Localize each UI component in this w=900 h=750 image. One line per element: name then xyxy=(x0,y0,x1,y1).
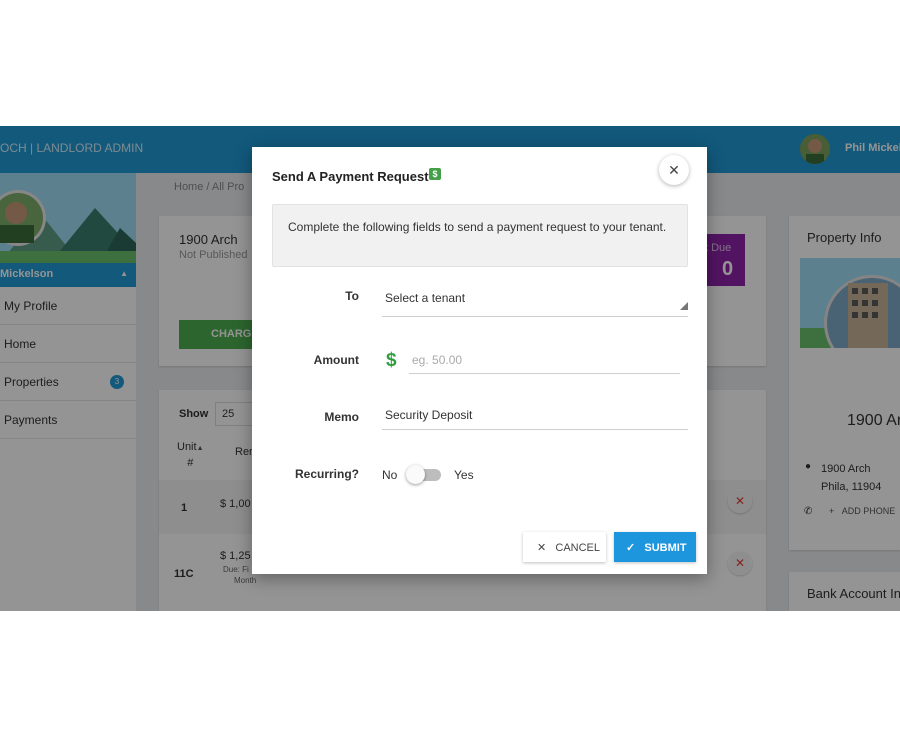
memo-input[interactable] xyxy=(382,405,688,430)
submit-label: SUBMIT xyxy=(644,542,687,554)
cancel-label: CANCEL xyxy=(555,542,601,554)
recurring-on-label: Yes xyxy=(454,468,474,482)
overlay-dim xyxy=(728,489,752,513)
tenant-select-value: Select a tenant xyxy=(385,291,466,305)
tenant-select[interactable]: Select a tenant xyxy=(382,284,688,317)
close-button[interactable]: ✕ xyxy=(659,155,689,185)
amount-label: Amount xyxy=(313,353,359,367)
dialog-instructions: Complete the following fields to send a … xyxy=(272,204,688,267)
money-icon: $ xyxy=(429,168,441,180)
dollar-icon: $ xyxy=(386,350,397,371)
amount-input[interactable] xyxy=(409,350,680,374)
payment-request-dialog: Send A Payment Request $ ✕ Complete the … xyxy=(252,147,707,574)
submit-button[interactable]: ✓ SUBMIT xyxy=(614,532,696,562)
dialog-title: Send A Payment Request xyxy=(272,169,429,184)
close-icon: ✕ xyxy=(668,162,680,178)
to-label: To xyxy=(345,289,359,303)
memo-label: Memo xyxy=(324,410,359,424)
overlay-dim xyxy=(728,551,752,575)
recurring-label: Recurring? xyxy=(294,467,359,481)
recurring-off-label: No xyxy=(382,468,398,482)
dropdown-triangle-icon xyxy=(680,302,688,310)
check-icon: ✓ xyxy=(626,542,636,554)
recurring-toggle-knob[interactable] xyxy=(406,465,425,484)
cancel-button[interactable]: ✕ CANCEL xyxy=(523,532,606,562)
close-icon: ✕ xyxy=(537,542,547,554)
